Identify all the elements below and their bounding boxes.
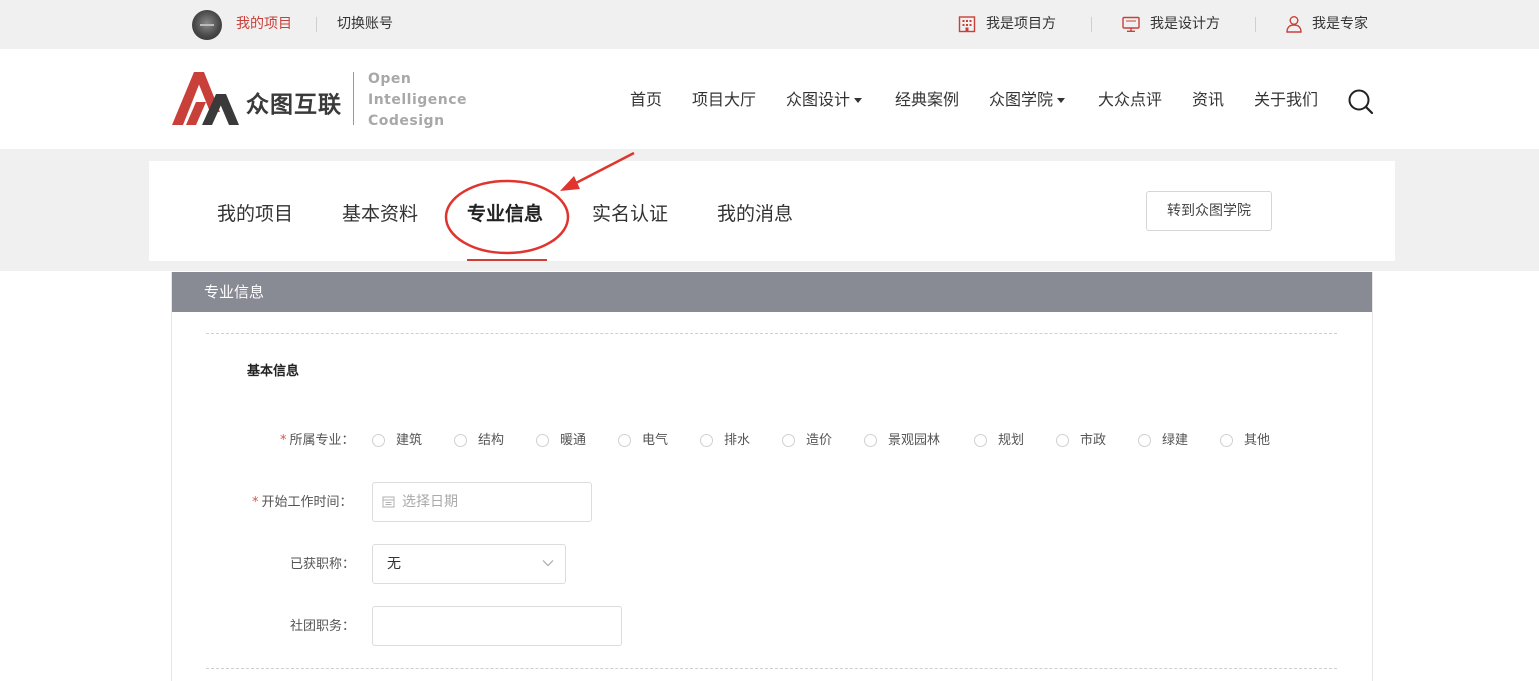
section-title: 基本信息 [247,364,300,379]
nav-academy[interactable]: 众图学院 [989,90,1066,110]
search-icon[interactable] [1347,88,1374,115]
calendar-icon [382,496,395,508]
expert-link[interactable]: 我是专家 [1312,15,1368,33]
logo-slogan-line1: Open [368,71,412,87]
caret-down-icon [854,98,863,103]
radio-major[interactable] [618,434,631,447]
radio-label: 电气 [642,433,669,448]
nav-about[interactable]: 关于我们 [1254,90,1318,110]
tab-real-name[interactable]: 实名认证 [592,202,668,226]
logo-slogan-line3: Codesign [368,113,445,129]
card-title: 专业信息 [204,283,265,301]
radio-major[interactable] [536,434,549,447]
switch-account-link[interactable]: 切换账号 [337,15,393,33]
tab-my-projects[interactable]: 我的项目 [217,202,293,226]
divider [316,17,317,32]
go-academy-button[interactable]: 转到众图学院 [1146,191,1272,231]
required-mark: * [280,433,287,448]
logo-text: 众图互联 [246,92,342,118]
radio-major[interactable] [1138,434,1151,447]
caret-down-icon [1057,98,1066,103]
top-bar [0,0,1539,49]
nav-reviews[interactable]: 大众点评 [1098,90,1162,110]
tab-professional-info[interactable]: 专业信息 [467,202,543,226]
nav-project-hall[interactable]: 项目大厅 [692,90,756,110]
chevron-down-icon [542,560,554,567]
logo-slogan-line2: Intelligence [368,92,468,108]
nav-design-label: 众图设计 [786,90,851,109]
dashed-divider [206,668,1337,669]
major-label-text: 所属专业： [289,433,355,448]
required-mark: * [252,495,259,510]
dashed-divider [206,333,1337,334]
radio-major[interactable] [372,434,385,447]
building-icon [958,16,976,33]
radio-label: 建筑 [396,433,423,448]
nav-home[interactable]: 首页 [630,90,662,110]
radio-major[interactable] [700,434,713,447]
radio-major[interactable] [864,434,877,447]
radio-major[interactable] [1056,434,1069,447]
avatar[interactable] [192,10,222,40]
person-icon [1286,16,1302,33]
radio-label: 其他 [1244,433,1271,448]
nav-news[interactable]: 资讯 [1192,90,1224,110]
active-tab-indicator [467,259,547,261]
radio-label: 景观园林 [888,433,941,448]
divider [1091,17,1092,32]
nav-design[interactable]: 众图设计 [786,90,863,110]
society-input[interactable] [372,606,622,646]
major-label: * 所属专业： [280,432,355,449]
logo-icon[interactable] [172,72,240,126]
title-select-value: 无 [387,556,401,572]
start-date-placeholder: 选择日期 [402,494,458,510]
radio-label: 排水 [724,433,751,448]
card-header [172,272,1372,312]
start-date-label-text: 开始工作时间： [261,495,353,510]
radio-major[interactable] [1220,434,1233,447]
radio-label: 结构 [478,433,505,448]
tab-messages[interactable]: 我的消息 [717,202,793,226]
designer-link[interactable]: 我是设计方 [1150,15,1220,33]
radio-label: 规划 [998,433,1025,448]
title-label: 已获职称： [290,557,356,572]
tab-basic-info[interactable]: 基本资料 [342,202,418,226]
radio-major[interactable] [454,434,467,447]
radio-label: 市政 [1080,433,1107,448]
radio-label: 造价 [806,433,833,448]
my-projects-link[interactable]: 我的项目 [236,15,292,33]
radio-major[interactable] [974,434,987,447]
title-select[interactable] [372,544,566,584]
monitor-icon [1122,16,1140,32]
nav-academy-label: 众图学院 [989,90,1054,109]
project-owner-link[interactable]: 我是项目方 [986,15,1056,33]
start-date-label: * 开始工作时间： [252,494,353,511]
radio-label: 绿建 [1162,433,1189,448]
society-label: 社团职务： [290,619,356,634]
radio-major[interactable] [782,434,795,447]
radio-label: 暖通 [560,433,587,448]
logo-divider [353,72,354,125]
divider [1255,17,1256,32]
nav-cases[interactable]: 经典案例 [895,90,959,110]
